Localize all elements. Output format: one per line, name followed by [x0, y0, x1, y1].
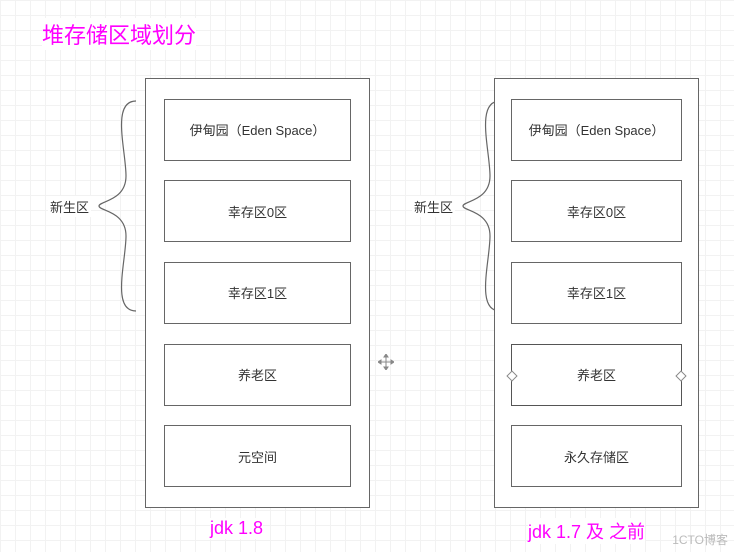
cell-survivor1: 幸存区1区	[164, 262, 351, 324]
caption-jdk17: jdk 1.7 及 之前	[528, 518, 645, 544]
cell-eden: 伊甸园（Eden Space）	[511, 99, 682, 161]
cell-metaspace: 元空间	[164, 425, 351, 487]
brace-label-left: 新生区	[48, 196, 91, 217]
cell-old: 养老区	[164, 344, 351, 406]
watermark: 1CTO博客	[672, 531, 728, 548]
cell-eden: 伊甸园（Eden Space）	[164, 99, 351, 161]
cell-survivor0: 幸存区0区	[511, 180, 682, 242]
container-jdk17: 伊甸园（Eden Space） 幸存区0区 幸存区1区 养老区 永久存储区	[494, 78, 699, 508]
move-handle-icon[interactable]	[376, 352, 396, 372]
diagram-title: 堆存储区域划分	[42, 18, 196, 50]
curly-brace-icon	[91, 96, 141, 316]
brace-label-right: 新生区	[412, 196, 455, 217]
cell-survivor1: 幸存区1区	[511, 262, 682, 324]
cell-permgen: 永久存储区	[511, 425, 682, 487]
cell-survivor0: 幸存区0区	[164, 180, 351, 242]
brace-group-left: 新生区	[48, 96, 141, 316]
container-jdk18: 伊甸园（Eden Space） 幸存区0区 幸存区1区 养老区 元空间	[145, 78, 370, 508]
brace-group-right: 新生区	[412, 96, 505, 316]
caption-jdk18: jdk 1.8	[210, 518, 263, 539]
cell-old-selected[interactable]: 养老区	[511, 344, 682, 406]
